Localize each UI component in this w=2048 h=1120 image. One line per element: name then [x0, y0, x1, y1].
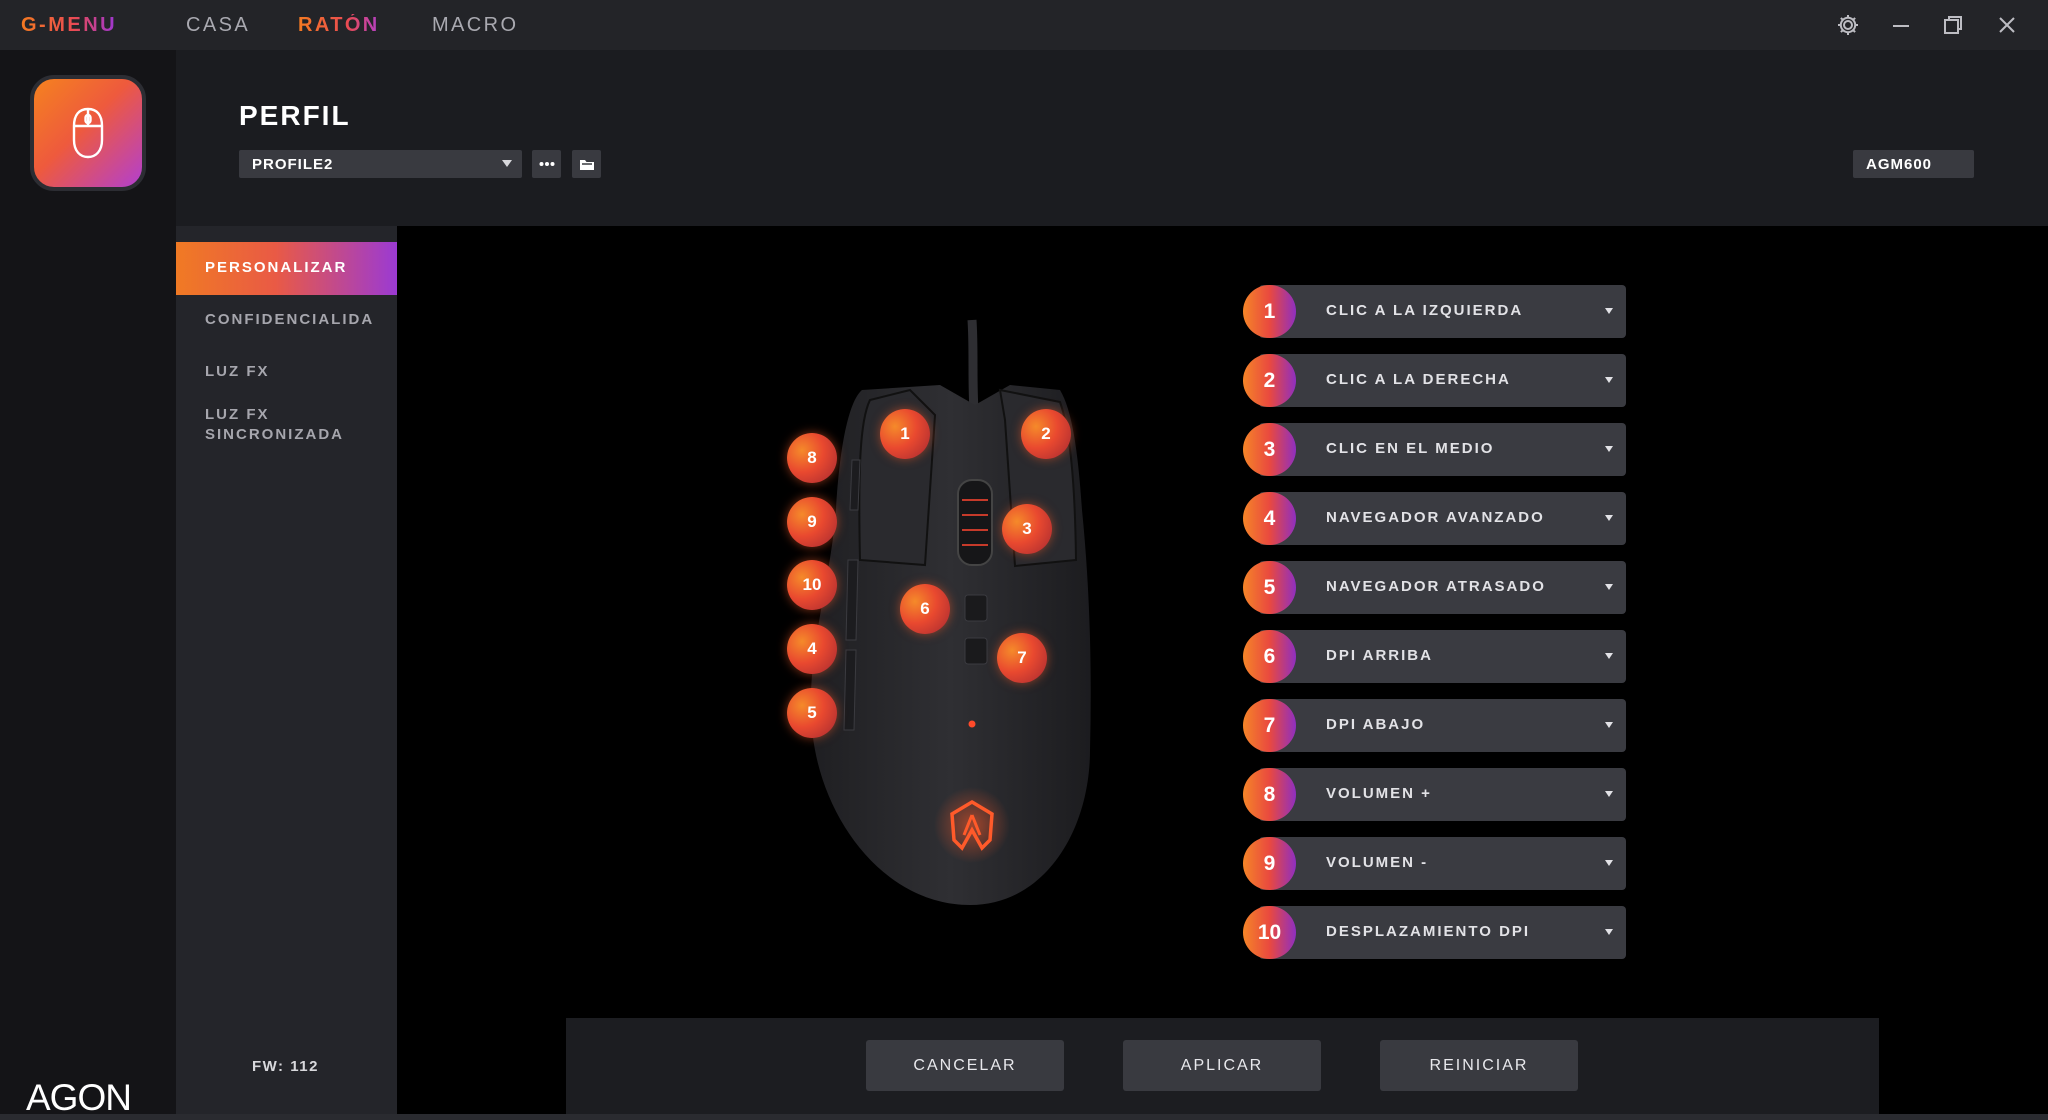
mapping-dropdown[interactable]: [1259, 837, 1626, 890]
folder-icon: [579, 159, 594, 170]
chevron-down-icon: [1605, 860, 1613, 866]
profile-more-button[interactable]: [532, 150, 561, 178]
chevron-down-icon: [1605, 722, 1613, 728]
close-icon[interactable]: [1994, 12, 2020, 38]
title-bar: G-MENU CASA RATÓN MACRO: [0, 0, 2048, 50]
mapping-number: 5: [1243, 561, 1296, 614]
mapping-action: DESPLAZAMIENTO DPI: [1326, 923, 1531, 940]
chevron-down-icon: [1605, 308, 1613, 314]
mouse-callout-6[interactable]: 6: [900, 584, 950, 634]
mapping-row-2[interactable]: 2 CLIC A LA DERECHA: [1243, 354, 1626, 407]
profile-dropdown[interactable]: PROFILE2: [239, 150, 522, 178]
profile-folder-button[interactable]: [572, 150, 601, 178]
mouse-callout-9[interactable]: 9: [787, 497, 837, 547]
reset-button[interactable]: REINICIAR: [1380, 1040, 1578, 1091]
mapping-number: 9: [1243, 837, 1296, 890]
chevron-down-icon: [1605, 929, 1613, 935]
page-title: PERFIL: [239, 100, 351, 131]
mouse-callout-4[interactable]: 4: [787, 624, 837, 674]
cancel-button[interactable]: CANCELAR: [866, 1040, 1064, 1091]
tab-casa[interactable]: CASA: [186, 14, 250, 37]
device-model-label: AGM600: [1866, 156, 1933, 173]
mapping-action: CLIC EN EL MEDIO: [1326, 440, 1495, 457]
submenu-item-personalizar[interactable]: PERSONALIZAR: [176, 242, 397, 295]
gear-icon[interactable]: [1835, 12, 1861, 38]
mapping-row-3[interactable]: 3 CLIC EN EL MEDIO: [1243, 423, 1626, 476]
mapping-row-8[interactable]: 8 VOLUMEN +: [1243, 768, 1626, 821]
submenu-item-confidencialidad[interactable]: CONFIDENCIALIDA: [176, 310, 397, 334]
mapping-dropdown[interactable]: [1259, 699, 1626, 752]
device-model-badge: AGM600: [1853, 150, 1974, 178]
mouse-callout-3[interactable]: 3: [1002, 504, 1052, 554]
restore-icon[interactable]: [1940, 12, 1966, 38]
mapping-action: VOLUMEN -: [1326, 854, 1429, 871]
firmware-version: FW: 112: [252, 1058, 319, 1075]
feature-submenu: PERSONALIZAR CONFIDENCIALIDA LUZ FX LUZ …: [176, 226, 397, 1120]
mapping-number: 2: [1243, 354, 1296, 407]
mapping-number: 10: [1243, 906, 1296, 959]
mapping-row-9[interactable]: 9 VOLUMEN -: [1243, 837, 1626, 890]
apply-button[interactable]: APLICAR: [1123, 1040, 1321, 1091]
mouse-callout-2[interactable]: 2: [1021, 409, 1071, 459]
mapping-number: 6: [1243, 630, 1296, 683]
minimize-icon[interactable]: [1888, 12, 1914, 38]
mapping-action: CLIC A LA IZQUIERDA: [1326, 302, 1524, 319]
device-mouse-tile[interactable]: [30, 75, 146, 191]
mapping-number: 1: [1243, 285, 1296, 338]
chevron-down-icon: [1605, 584, 1613, 590]
mapping-row-1[interactable]: 1 CLIC A LA IZQUIERDA: [1243, 285, 1626, 338]
mapping-dropdown[interactable]: [1259, 768, 1626, 821]
device-rail: AGON BY AOC: [0, 50, 176, 1120]
mapping-action: NAVEGADOR AVANZADO: [1326, 509, 1545, 526]
gaming-mouse-image: [810, 319, 1091, 905]
mapping-dropdown[interactable]: [1259, 630, 1626, 683]
mapping-number: 3: [1243, 423, 1296, 476]
mouse-callout-5[interactable]: 5: [787, 688, 837, 738]
mapping-number: 8: [1243, 768, 1296, 821]
mapping-action: DPI ABAJO: [1326, 716, 1426, 733]
mouse-callout-10[interactable]: 10: [787, 560, 837, 610]
chevron-down-icon: [1605, 653, 1613, 659]
mapping-action: VOLUMEN +: [1326, 785, 1432, 802]
chevron-down-icon: [1605, 515, 1613, 521]
mapping-row-7[interactable]: 7 DPI ABAJO: [1243, 699, 1626, 752]
mapping-action: NAVEGADOR ATRASADO: [1326, 578, 1546, 595]
mapping-action: CLIC A LA DERECHA: [1326, 371, 1511, 388]
chevron-down-icon: [1605, 377, 1613, 383]
mapping-number: 4: [1243, 492, 1296, 545]
mapping-row-6[interactable]: 6 DPI ARRIBA: [1243, 630, 1626, 683]
profile-header: PERFIL PROFILE2 AGM600: [176, 50, 2048, 226]
ellipsis-icon: [539, 162, 554, 166]
mapping-row-5[interactable]: 5 NAVEGADOR ATRASADO: [1243, 561, 1626, 614]
tab-macro[interactable]: MACRO: [432, 14, 518, 37]
chevron-down-icon: [502, 160, 512, 167]
mouse-callout-1[interactable]: 1: [880, 409, 930, 459]
action-bar: CANCELAR APLICAR REINICIAR: [566, 1018, 1879, 1120]
submenu-item-luz-fx-sincronizada[interactable]: LUZ FX SINCRONIZADA: [176, 405, 397, 449]
mapping-row-10[interactable]: 10 DESPLAZAMIENTO DPI: [1243, 906, 1626, 959]
app-brand: G-MENU: [21, 14, 118, 36]
svg-text:AGON: AGON: [26, 1077, 131, 1118]
mouse-diagram: 1 2 3 6 7 8 9 10 4 5: [760, 310, 1140, 910]
chevron-down-icon: [1605, 791, 1613, 797]
bottom-border: [0, 1114, 2048, 1120]
chevron-down-icon: [1605, 446, 1613, 452]
mouse-icon: [72, 107, 104, 159]
mapping-number: 7: [1243, 699, 1296, 752]
mouse-callout-8[interactable]: 8: [787, 433, 837, 483]
tab-raton[interactable]: RATÓN: [298, 14, 380, 37]
submenu-item-luz-fx[interactable]: LUZ FX: [176, 362, 397, 386]
mapping-action: DPI ARRIBA: [1326, 647, 1433, 664]
profile-dropdown-value: PROFILE2: [252, 156, 334, 173]
mouse-callout-7[interactable]: 7: [997, 633, 1047, 683]
mapping-row-4[interactable]: 4 NAVEGADOR AVANZADO: [1243, 492, 1626, 545]
